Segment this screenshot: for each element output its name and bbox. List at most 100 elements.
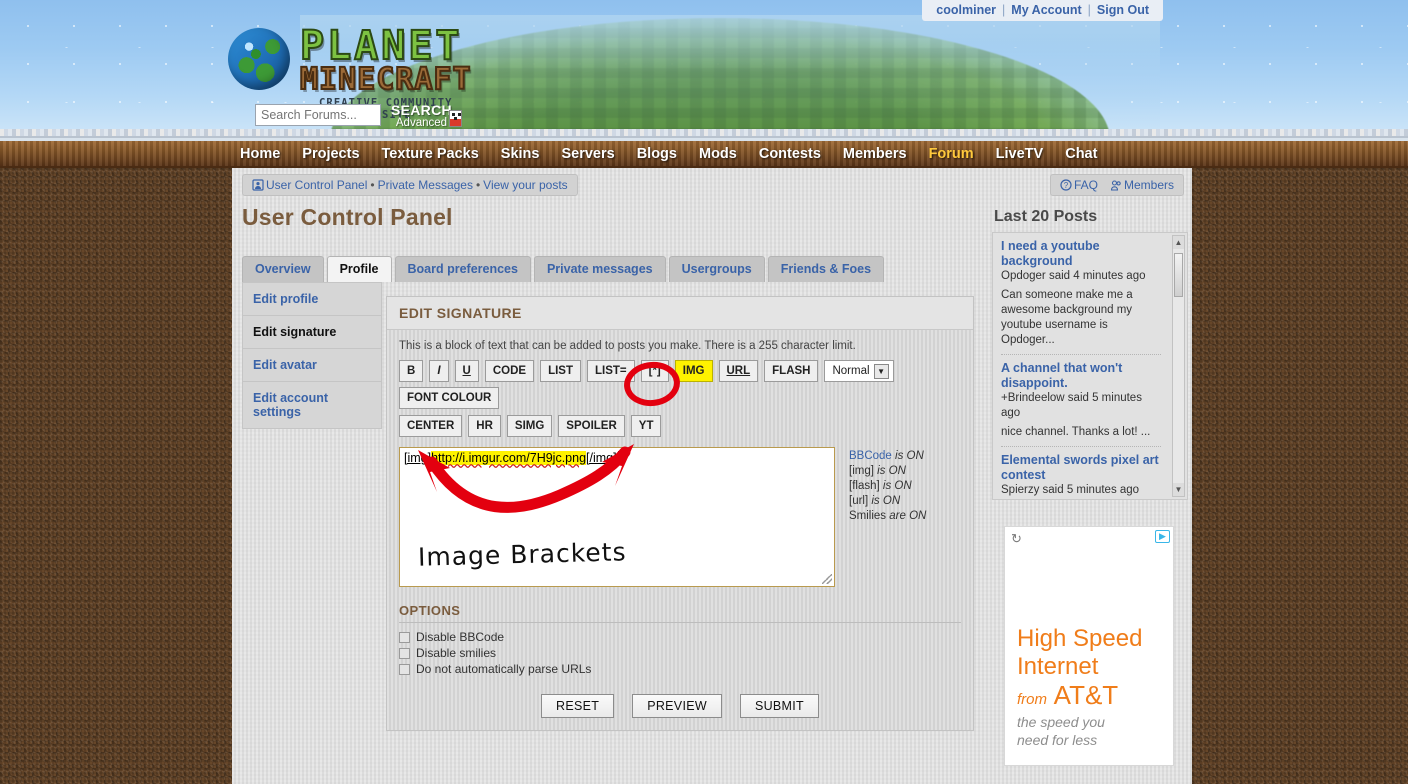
post-title-link[interactable]: Elemental swords pixel art contest [1001,453,1161,483]
bbcode-toolbar-row-2: CENTER HR SIMG SPOILER YT [387,415,907,437]
bbcode-code-button[interactable]: CODE [484,360,535,382]
faq-label: FAQ [1073,178,1098,192]
breadcrumb-user-control-panel[interactable]: User Control Panel [266,178,367,192]
my-account-link[interactable]: My Account [1011,3,1081,17]
scroll-down-arrow-icon[interactable]: ▼ [1173,483,1184,496]
bbcode-bold-button[interactable]: B [399,360,424,382]
search-meta: SEARCH Advanced [391,103,452,130]
search-input[interactable] [255,104,381,126]
nav-item-members[interactable]: Members [843,146,907,162]
option-label-do-not-parse-urls: Do not automatically parse URLs [416,662,592,676]
bbcode-yt-button[interactable]: YT [630,415,662,437]
bbcode-flash-button[interactable]: FLASH [764,360,819,382]
editor-wrapper: [img]http://i.imgur.com/7H9jc.png[/img] … [399,447,835,587]
account-username-link[interactable]: coolminer [936,3,996,17]
option-label-disable-bbcode: Disable BBCode [416,630,505,644]
tab-board-preferences[interactable]: Board preferences [394,256,531,282]
signature-text-line: [img]http://i.imgur.com/7H9jc.png[/img] [404,451,830,465]
checkbox-disable-smilies[interactable] [399,647,410,659]
logo-minecraft-word: MINECRAFT [299,62,472,97]
option-disable-smilies[interactable]: Disable smilies [399,646,961,660]
reset-button[interactable]: RESET [541,694,615,718]
sidebar-item-edit-profile[interactable]: Edit profile [243,283,381,316]
status-bbcode-name: BBCode [849,450,892,462]
site-header-banner [0,0,1408,138]
bbcode-simg-button[interactable]: SIMG [506,415,553,437]
scroll-up-arrow-icon[interactable]: ▲ [1173,236,1184,249]
bbcode-hr-button[interactable]: HR [468,415,501,437]
nav-item-contests[interactable]: Contests [759,146,821,162]
tab-usergroups[interactable]: Usergroups [668,256,765,282]
options-list: Disable BBCode Disable smilies Do not au… [387,623,973,676]
bbcode-close-tag: [/img] [586,451,617,465]
submit-button[interactable]: SUBMIT [739,694,819,718]
logo-planet-word: PLANET [299,23,463,69]
font-colour-button[interactable]: FONT COLOUR [399,387,500,409]
bbcode-list-item-button[interactable]: [*] [640,360,669,382]
profile-side-menu: Edit profile Edit signature Edit avatar … [242,282,382,429]
post-title-link[interactable]: I need a youtube background [1001,239,1161,269]
sidebar-item-edit-avatar[interactable]: Edit avatar [243,349,381,382]
nav-item-home[interactable]: Home [240,146,280,162]
breadcrumb-private-messages[interactable]: Private Messages [378,178,473,192]
members-link[interactable]: Members [1110,178,1174,192]
faq-link[interactable]: ? FAQ [1060,178,1098,192]
tab-friends-foes[interactable]: Friends & Foes [767,256,885,282]
ad-subline-2: need for less [1017,732,1098,748]
form-description: This is a block of text that can be adde… [399,340,856,352]
checkbox-do-not-parse-urls[interactable] [399,663,410,675]
status-smilies: Smilies are ON [849,509,926,524]
sidebar-item-edit-account-settings[interactable]: Edit account settings [243,382,381,428]
ad-brand-line: from AT&T [1017,681,1167,714]
option-disable-bbcode[interactable]: Disable BBCode [399,630,961,644]
sign-out-link[interactable]: Sign Out [1097,3,1149,17]
preview-button[interactable]: PREVIEW [632,694,722,718]
font-size-select[interactable]: Normal ▼ [824,360,894,382]
breadcrumb-dot-2: • [475,178,481,192]
bbcode-center-button[interactable]: CENTER [399,415,463,437]
sidebar-item-edit-signature[interactable]: Edit signature [243,316,381,349]
minecraft-character-icon [449,110,462,127]
post-title-link[interactable]: A channel that won't disappoint. [1001,361,1161,391]
tab-overview[interactable]: Overview [242,256,324,282]
nav-item-forum[interactable]: Forum [929,146,974,162]
breadcrumb-view-your-posts[interactable]: View your posts [483,178,568,192]
scrollbar-thumb[interactable] [1174,253,1183,297]
nav-item-blogs[interactable]: Blogs [637,146,677,162]
advanced-search-link[interactable]: Advanced [391,117,452,130]
nav-item-texture-packs[interactable]: Texture Packs [382,146,479,162]
user-panel-icon [252,179,264,191]
nav-item-servers[interactable]: Servers [561,146,614,162]
header-bottom-strip [0,129,1408,138]
search-button[interactable]: SEARCH [391,103,452,117]
nav-item-skins[interactable]: Skins [501,146,540,162]
nav-item-livetv[interactable]: LiveTV [996,146,1044,162]
nav-item-mods[interactable]: Mods [699,146,737,162]
advertisement[interactable]: ↻ ▶ High Speed Internet from AT&T the sp… [1004,526,1174,766]
ad-choices-icon[interactable]: ▶ [1155,530,1170,543]
page-title: User Control Panel [242,204,453,230]
status-url-name: [url] [849,495,869,507]
bbcode-italic-button[interactable]: I [429,360,449,382]
sidebar-scrollbar[interactable]: ▲ ▼ [1172,235,1185,497]
signature-textarea[interactable]: [img]http://i.imgur.com/7H9jc.png[/img] … [399,447,835,587]
status-url: [url] is ON [849,494,926,509]
bbcode-list-button[interactable]: LIST [540,360,581,382]
textarea-resize-handle[interactable] [822,574,832,584]
bbcode-url-button[interactable]: URL [718,360,759,382]
bbcode-underline-button[interactable]: U [454,360,479,382]
bbcode-spoiler-button[interactable]: SPOILER [558,415,625,437]
ad-subline-1: the speed you [1017,714,1105,730]
tab-profile[interactable]: Profile [326,256,392,282]
ad-refresh-icon[interactable]: ↻ [1011,531,1022,547]
bbcode-img-button[interactable]: IMG [674,360,713,382]
account-separator-2: | [1087,3,1091,17]
nav-item-chat[interactable]: Chat [1065,146,1097,162]
nav-item-projects[interactable]: Projects [302,146,359,162]
planet-globe-icon [228,28,290,90]
bbcode-list-equals-button[interactable]: LIST= [586,360,635,382]
checkbox-disable-bbcode[interactable] [399,631,410,643]
tab-private-messages[interactable]: Private messages [533,256,666,282]
option-do-not-parse-urls[interactable]: Do not automatically parse URLs [399,662,961,676]
header-utility-links: ? FAQ Members [1049,174,1184,196]
